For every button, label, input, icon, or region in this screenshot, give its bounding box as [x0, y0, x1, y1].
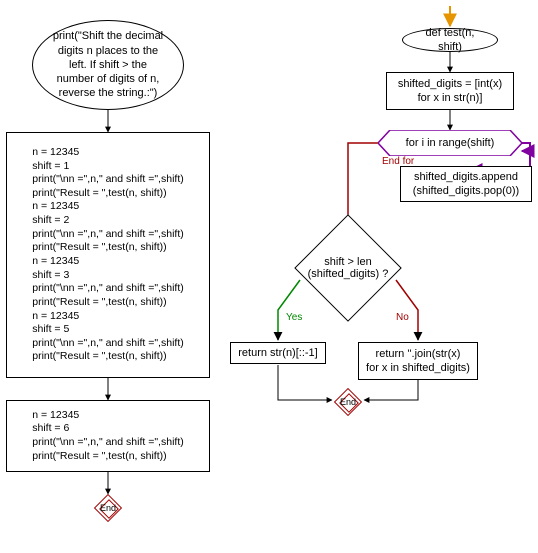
end-right: End — [334, 388, 362, 416]
code-block-1-text: n = 12345 shift = 1 print("\nn =",n," an… — [32, 146, 183, 364]
init-text: shifted_digits = [int(x) for x in str(n)… — [398, 77, 502, 106]
start-text: print("Shift the decimal digits n places… — [53, 29, 163, 100]
def-text: def test(n, shift) — [413, 26, 487, 55]
code-block-1: n = 12345 shift = 1 print("\nn =",n," an… — [6, 132, 210, 378]
return-yes: return str(n)[::-1] — [230, 342, 326, 364]
start-ellipse: print("Shift the decimal digits n places… — [32, 20, 184, 110]
return-no: return ''.join(str(x) for x in shifted_d… — [358, 342, 478, 380]
def-ellipse: def test(n, shift) — [402, 28, 498, 52]
yes-label: Yes — [286, 312, 302, 323]
init-rect: shifted_digits = [int(x) for x in str(n)… — [386, 72, 514, 110]
end-left: End — [94, 494, 122, 522]
code-block-2-text: n = 12345 shift = 6 print("\nn =",n," an… — [32, 409, 183, 464]
return-no-text: return ''.join(str(x) for x in shifted_d… — [366, 347, 470, 376]
endfor-label: End for — [382, 156, 414, 167]
cond-text: shift > len (shifted_digits) ? — [295, 256, 401, 280]
no-label: No — [396, 312, 409, 323]
end-left-label: End — [100, 503, 116, 513]
return-yes-text: return str(n)[::-1] — [238, 346, 317, 360]
loop-hex: for i in range(shift) — [378, 130, 522, 156]
cond-diamond: shift > len (shifted_digits) ? — [310, 230, 386, 306]
loop-body: shifted_digits.append (shifted_digits.po… — [400, 166, 532, 202]
loop-body-text: shifted_digits.append (shifted_digits.po… — [413, 170, 519, 199]
loop-hex-text: for i in range(shift) — [385, 137, 515, 149]
end-right-label: End — [340, 397, 356, 407]
code-block-2: n = 12345 shift = 6 print("\nn =",n," an… — [6, 400, 210, 472]
